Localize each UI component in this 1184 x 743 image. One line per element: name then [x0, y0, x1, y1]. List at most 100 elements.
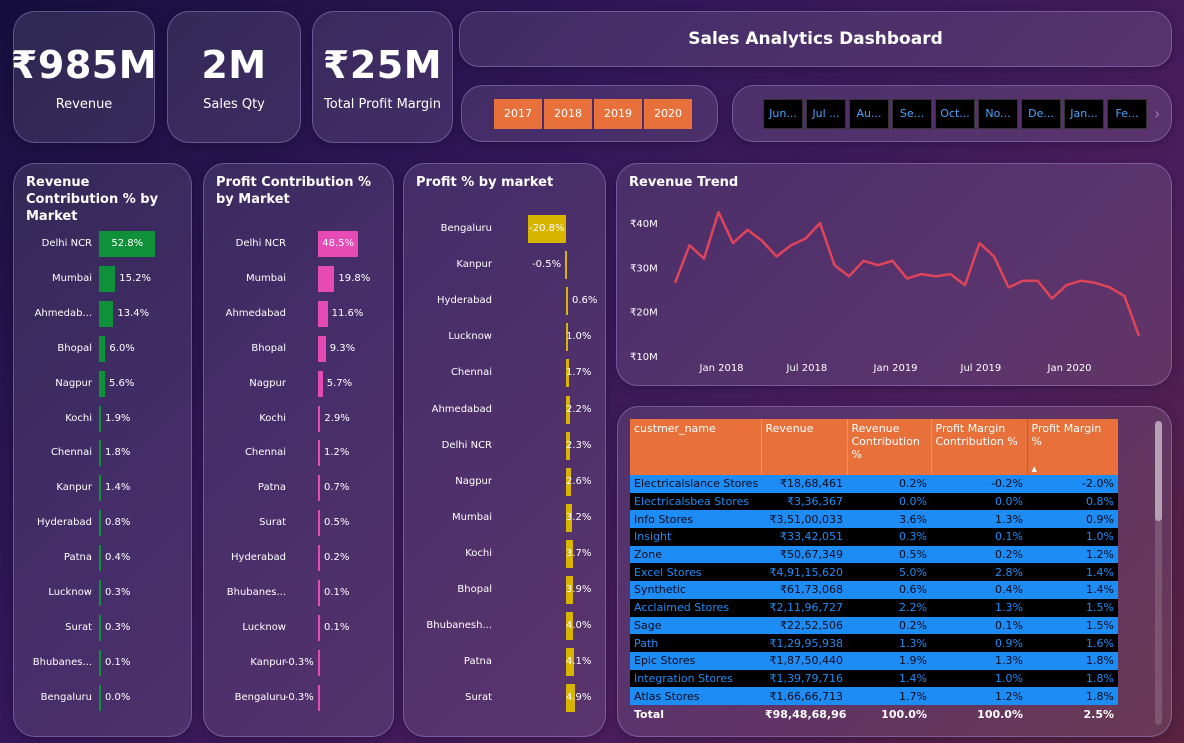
bar[interactable] [318, 580, 320, 606]
bar[interactable] [99, 684, 101, 711]
bar[interactable] [565, 251, 568, 280]
bar[interactable] [99, 405, 102, 432]
bar[interactable] [318, 545, 320, 572]
bar-row[interactable]: Hyderabad 0.6% [404, 287, 607, 316]
bar[interactable] [99, 580, 101, 606]
bar-row[interactable]: Chennai 1.7% [404, 359, 607, 388]
table-row[interactable]: Info Stores ₹3,51,00,033 3.6% 1.3% 0.9% [630, 510, 1118, 529]
month-button[interactable]: Se... [892, 98, 932, 129]
bar-row[interactable]: Kochi 2.9% [204, 405, 395, 432]
bar-row[interactable]: Kanpur -0.5% [404, 251, 607, 280]
bar-row[interactable]: Bhubanesh... 4.0% [404, 612, 607, 641]
bar-row[interactable]: Ahmedab... 13.4% [14, 300, 193, 327]
bar-row[interactable]: Kanpur 1.4% [14, 475, 193, 502]
bar-row[interactable]: Bhubanes... 0.1% [204, 580, 395, 606]
bar-row[interactable]: Hyderabad 0.8% [14, 510, 193, 537]
bar[interactable] [318, 265, 335, 292]
bar[interactable] [318, 510, 320, 537]
bar-row[interactable]: Surat 0.5% [204, 510, 395, 537]
bar-row[interactable]: Bhubanes... 0.1% [14, 649, 193, 676]
table-row[interactable]: Acclaimed Stores ₹2,11,96,727 2.2% 1.3% 1.5% [630, 598, 1118, 617]
bar-row[interactable]: Chennai 1.2% [204, 440, 395, 467]
month-button[interactable]: Oct... [935, 98, 975, 129]
year-button-2019[interactable]: 2019 [594, 98, 642, 129]
bar[interactable] [99, 614, 101, 641]
bar[interactable] [99, 649, 101, 676]
bar[interactable] [317, 684, 320, 711]
bar-row[interactable]: Delhi NCR 48.5% [204, 231, 395, 257]
table-row[interactable]: Path ₹1,29,95,938 1.3% 0.9% 1.6% [630, 634, 1118, 652]
bar-row[interactable]: Mumbai 19.8% [204, 265, 395, 292]
bar-row[interactable]: Lucknow 0.3% [14, 580, 193, 606]
bar[interactable] [318, 440, 320, 467]
bar-row[interactable]: Ahmedabad 2.2% [404, 395, 607, 424]
bar-row[interactable]: Nagpur 2.6% [404, 467, 607, 496]
bar-row[interactable]: Bengaluru -0.3% [204, 684, 395, 711]
bar-row[interactable]: Nagpur 5.7% [204, 370, 395, 397]
scrollbar-thumb[interactable] [1155, 421, 1162, 521]
column-header-profit-margin-contribution[interactable]: Profit Margin Contribution % [931, 419, 1028, 475]
bar-row[interactable]: Ahmedabad 11.6% [204, 300, 395, 327]
bar-row[interactable]: Bhopal 3.9% [404, 576, 607, 604]
bar[interactable] [318, 300, 328, 327]
bar-row[interactable]: Kochi 3.7% [404, 539, 607, 568]
bar[interactable] [99, 370, 105, 397]
bar[interactable] [318, 405, 321, 432]
chevron-right-icon[interactable]: › [1154, 104, 1160, 123]
month-button[interactable]: De... [1021, 98, 1061, 129]
table-row[interactable]: Sage ₹22,52,506 0.2% 0.1% 1.5% [630, 616, 1118, 635]
table-row[interactable]: Epic Stores ₹1,87,50,440 1.9% 1.3% 1.8% [630, 651, 1118, 670]
bar-row[interactable]: Bengaluru 0.0% [14, 684, 193, 711]
bar-row[interactable]: Hyderabad 0.2% [204, 545, 395, 572]
bar-row[interactable]: Kanpur -0.3% [204, 649, 395, 676]
month-button[interactable]: No... [978, 98, 1018, 129]
bar-row[interactable]: Patna 0.7% [204, 475, 395, 502]
column-header-revenue[interactable]: Revenue [761, 419, 848, 475]
bar-row[interactable]: Bhopal 9.3% [204, 335, 395, 362]
table-row[interactable]: Zone ₹50,67,349 0.5% 0.2% 1.2% [630, 545, 1118, 564]
table-row[interactable]: Synthetic ₹61,73,068 0.6% 0.4% 1.4% [630, 581, 1118, 599]
bar[interactable] [318, 335, 326, 362]
year-button-2020[interactable]: 2020 [644, 98, 692, 129]
bar[interactable] [99, 265, 116, 292]
bar[interactable] [99, 510, 101, 537]
table-row[interactable]: Electricalsbea Stores ₹3,36,367 0.0% 0.0% 0.… [630, 492, 1118, 511]
bar[interactable] [99, 475, 101, 502]
column-header-revenue-contribution[interactable]: Revenue Contribution % [847, 419, 932, 475]
table-row[interactable]: Atlas Stores ₹1,66,66,713 1.7% 1.2% 1.8% [630, 687, 1118, 705]
bar-row[interactable]: Bengaluru -20.8% [404, 215, 607, 243]
table-row[interactable]: Electricalslance Stores ₹18,68,461 0.2% -0.… [630, 475, 1118, 493]
bar-row[interactable]: Patna 0.4% [14, 545, 193, 572]
bar[interactable] [318, 475, 320, 502]
month-button[interactable]: Jan... [1064, 98, 1104, 129]
bar[interactable] [99, 335, 106, 362]
revenue-line[interactable] [673, 210, 1141, 337]
bar-row[interactable]: Chennai 1.8% [14, 440, 193, 467]
year-button-2017[interactable]: 2017 [494, 98, 542, 129]
bar-row[interactable]: Kochi 1.9% [14, 405, 193, 432]
bar-row[interactable]: Surat 4.9% [404, 684, 607, 713]
bar[interactable] [99, 545, 101, 572]
bar-row[interactable]: Lucknow 0.1% [204, 614, 395, 641]
bar[interactable] [318, 370, 323, 397]
month-button[interactable]: Au... [849, 98, 889, 129]
bar-row[interactable]: Delhi NCR 2.3% [404, 431, 607, 460]
scrollbar[interactable] [1155, 421, 1162, 725]
bar-row[interactable]: Mumbai 15.2% [14, 265, 193, 292]
bar[interactable] [99, 440, 101, 467]
bar-row[interactable]: Delhi NCR 52.8% [14, 231, 193, 257]
bar[interactable] [318, 614, 320, 641]
bar-row[interactable]: Patna 4.1% [404, 648, 607, 677]
table-row[interactable]: Integration Stores ₹1,39,79,716 1.4% 1.0% 1.… [630, 669, 1118, 688]
year-button-2018[interactable]: 2018 [544, 98, 592, 129]
column-header-profit-margin[interactable]: Profit Margin % ▲ [1027, 419, 1118, 475]
bar-row[interactable]: Nagpur 5.6% [14, 370, 193, 397]
column-header-customer[interactable]: custmer_name [630, 419, 762, 475]
bar[interactable] [317, 649, 320, 676]
table-row[interactable]: Insight ₹33,42,051 0.3% 0.1% 1.0% [630, 528, 1118, 546]
month-button[interactable]: Jul ... [806, 98, 846, 129]
bar-row[interactable]: Mumbai 3.2% [404, 503, 607, 532]
bar[interactable] [99, 300, 114, 327]
bar-row[interactable]: Lucknow 1.0% [404, 323, 607, 352]
bar-row[interactable]: Surat 0.3% [14, 614, 193, 641]
